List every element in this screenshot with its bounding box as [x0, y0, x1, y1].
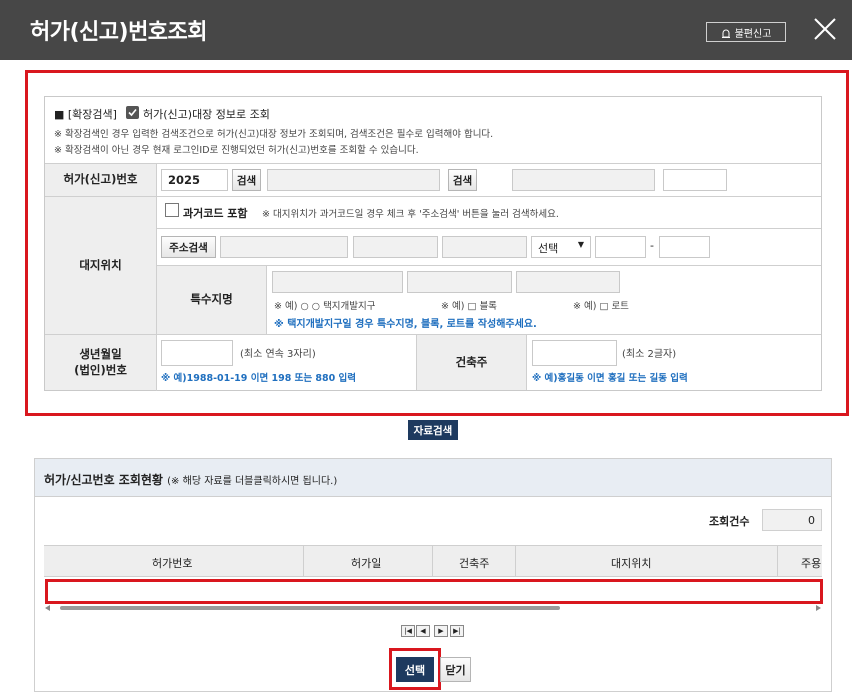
col-divider: [526, 335, 527, 390]
col-divider: [266, 266, 267, 334]
lot-main-input[interactable]: [595, 236, 646, 258]
past-code-note: ※ 대지위치가 과거코드일 경우 체크 후 '주소검색' 버튼을 눌러 검색하세…: [262, 209, 559, 220]
column-main-use: 주용: [801, 557, 822, 570]
birth-example: ※ 예)1988-01-19 이면 198 또는 880 입력: [161, 373, 357, 384]
report-button-label: 불편신고: [734, 28, 772, 40]
permit-no-label: 허가(신고)번호: [45, 164, 156, 196]
special-field-2[interactable]: [407, 271, 512, 293]
permit-search-button[interactable]: 검색: [232, 169, 261, 191]
extended-search-label: ■ [확장검색]: [54, 108, 117, 121]
dropdown-arrow-icon: ▼: [577, 240, 584, 249]
site-label: 대지위치: [45, 197, 156, 334]
address-search-button[interactable]: 주소검색: [161, 236, 216, 258]
owner-example: ※ 예)홍길동 이면 홍길 또는 길동 입력: [532, 373, 688, 384]
address-field-2[interactable]: [353, 236, 438, 258]
birth-label: 생년월일 (법인)번호: [45, 335, 156, 390]
birth-label-line-1: 생년월일: [79, 346, 122, 361]
address-field-1[interactable]: [220, 236, 348, 258]
lot-dash: -: [650, 239, 654, 252]
notice-line-1: ※ 확장검색인 경우 입력한 검색조건으로 허가(신고)대장 정보가 조회되며,…: [54, 129, 494, 140]
close-icon[interactable]: [812, 16, 838, 42]
title-bar: 허가(신고)번호조회 불편신고: [0, 0, 852, 60]
col-divider: [432, 545, 433, 577]
owner-input[interactable]: [532, 340, 617, 366]
ledger-checkbox[interactable]: [126, 106, 139, 119]
count-label: 조회건수: [709, 515, 750, 528]
owner-label: 건축주: [417, 335, 526, 390]
permit-field-2[interactable]: [267, 169, 440, 191]
lot-sub-input[interactable]: [659, 236, 710, 258]
past-code-label: 과거코드 포함: [183, 207, 248, 220]
birth-label-line-2: (법인)번호: [74, 362, 127, 377]
notice-line-2: ※ 확장검색이 아닌 경우 현재 로그인ID로 진행되었던 허가(신고)번호를 …: [54, 145, 419, 156]
permit-field-4[interactable]: [663, 169, 727, 191]
scroll-right-arrow[interactable]: [816, 605, 821, 611]
permit-search-button-2[interactable]: 검색: [448, 169, 477, 191]
owner-hint: (최소 2글자): [622, 349, 677, 360]
permit-no-label-text: 허가(신고)번호: [63, 172, 138, 187]
siren-icon: [721, 28, 731, 38]
results-row-highlight: [45, 579, 823, 604]
select-button[interactable]: 선택: [396, 657, 434, 682]
owner-label-text: 건축주: [455, 354, 488, 369]
scroll-left-arrow[interactable]: [45, 605, 50, 611]
permit-field-3[interactable]: [512, 169, 655, 191]
window-title: 허가(신고)번호조회: [30, 20, 208, 45]
special-field-1[interactable]: [272, 271, 403, 293]
last-page-button[interactable]: ▶|: [450, 625, 464, 637]
special-note: ※ 택지개발지구일 경우 특수지명, 블록, 로트를 작성해주세요.: [274, 319, 537, 330]
prev-page-button[interactable]: ◀: [416, 625, 430, 637]
count-value-text: 0: [808, 513, 815, 527]
year-input-value: 2025: [168, 173, 201, 187]
special-name-label: 특수지명: [157, 266, 266, 334]
column-site: 대지위치: [611, 557, 652, 570]
report-button[interactable]: 불편신고: [706, 22, 786, 42]
birth-input[interactable]: [161, 340, 233, 366]
past-code-checkbox[interactable]: [165, 203, 179, 217]
col-divider: [303, 545, 304, 577]
first-page-button[interactable]: |◀: [401, 625, 415, 637]
ledger-checkbox-label: 허가(신고)대장 정보로 조회: [143, 108, 270, 121]
col-divider: [515, 545, 516, 577]
special-field-3[interactable]: [516, 271, 620, 293]
results-title-text: 허가/신고번호 조회현황: [44, 473, 163, 487]
data-search-button[interactable]: 자료검색: [408, 420, 458, 440]
column-permit-no: 허가번호: [152, 557, 193, 570]
birth-hint: (최소 연속 3자리): [240, 349, 316, 360]
row-divider: [45, 163, 821, 164]
next-page-button[interactable]: ▶: [434, 625, 448, 637]
results-subtitle: (※ 해당 자료를 더블클릭하시면 됩니다.): [167, 476, 338, 487]
special-name-label-text: 특수지명: [190, 292, 233, 307]
site-label-text: 대지위치: [79, 257, 122, 272]
address-select[interactable]: 선택 ▼: [531, 236, 591, 258]
row-divider: [45, 196, 821, 197]
year-input[interactable]: 2025: [161, 169, 228, 191]
special-example-2: ※ 예) □ 블록: [441, 301, 497, 312]
scrollbar-thumb[interactable]: [60, 606, 560, 610]
count-value: 0: [762, 509, 822, 531]
address-field-3[interactable]: [442, 236, 527, 258]
col-divider: [777, 545, 778, 577]
row-divider: [156, 228, 821, 229]
column-permit-date: 허가일: [351, 557, 382, 570]
address-select-value: 선택: [538, 242, 559, 255]
horizontal-scrollbar[interactable]: [45, 605, 821, 611]
close-button[interactable]: 닫기: [440, 657, 471, 682]
special-example-1: ※ 예) ○ ○ 택지개발지구: [274, 301, 376, 312]
column-owner: 건축주: [459, 557, 490, 570]
results-title: 허가/신고번호 조회현황 (※ 해당 자료를 더블클릭하시면 됩니다.): [44, 471, 337, 488]
special-example-3: ※ 예) □ 로트: [573, 301, 629, 312]
